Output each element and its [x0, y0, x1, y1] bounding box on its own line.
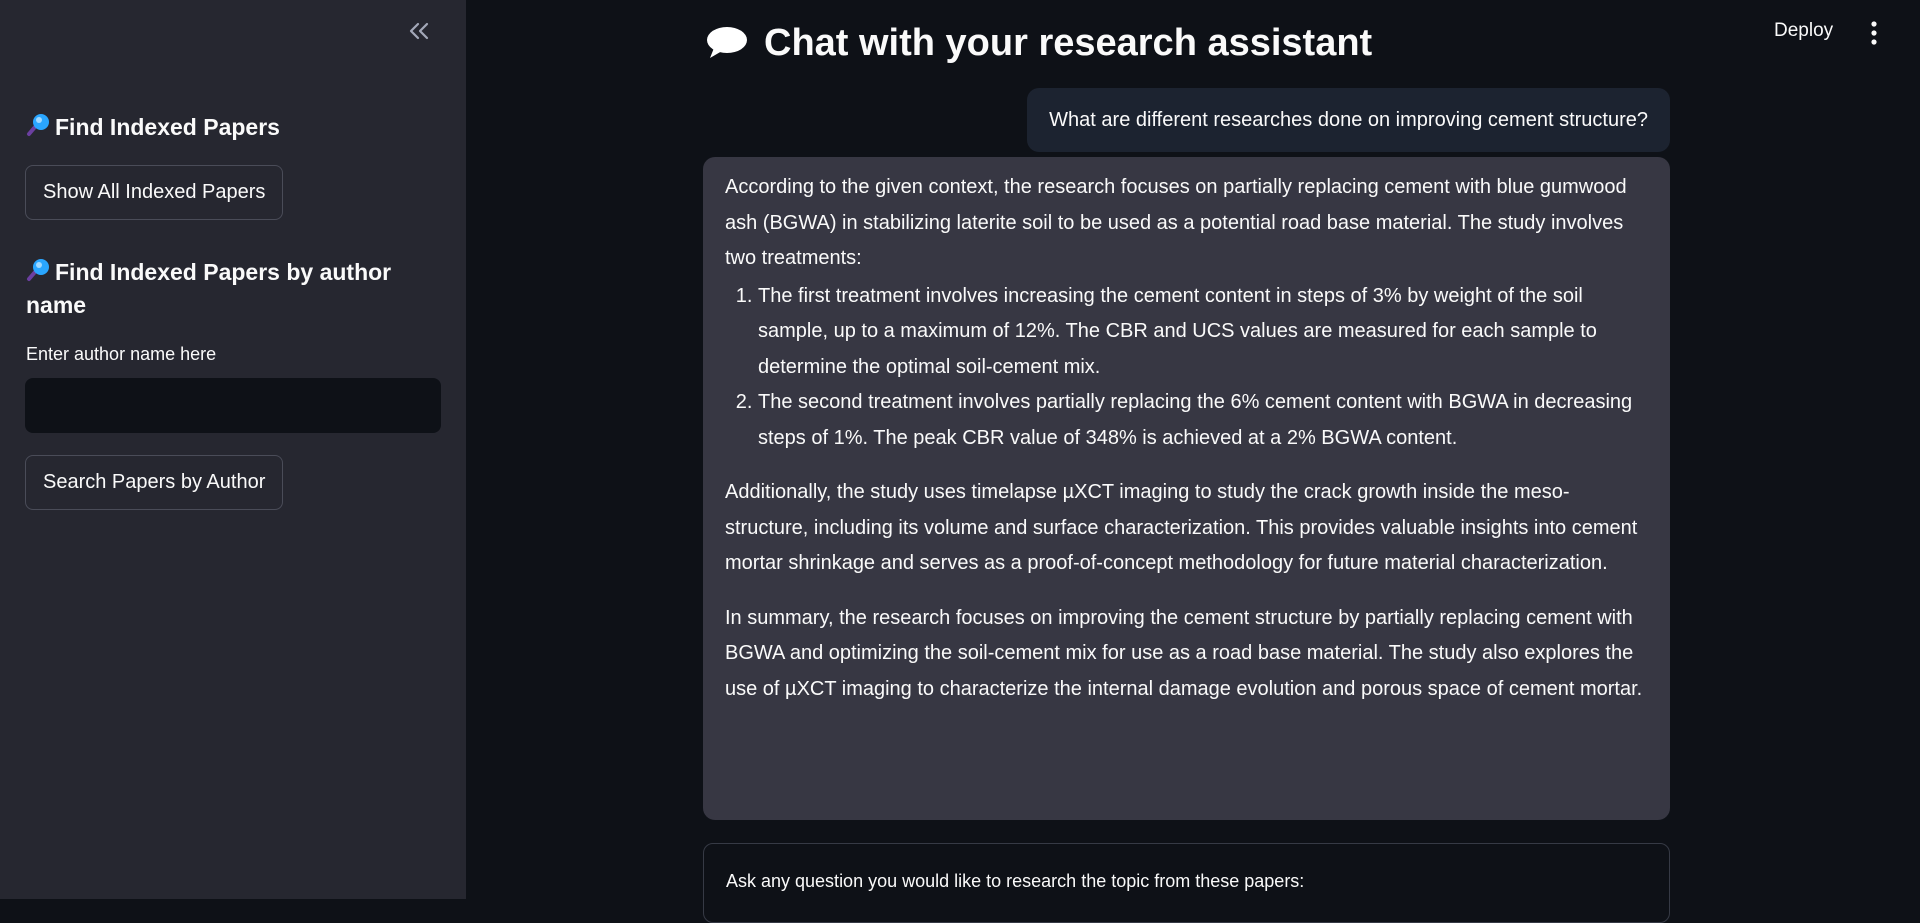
kebab-menu-icon[interactable]: [1864, 20, 1884, 46]
user-message: What are different researches done on im…: [1027, 88, 1670, 152]
chevrons-left-icon: [408, 22, 430, 45]
question-input-container[interactable]: Ask any question you would like to resea…: [703, 843, 1670, 923]
assistant-intro: According to the given context, the rese…: [725, 176, 1627, 269]
collapse-sidebar-button[interactable]: [402, 16, 436, 50]
magnifying-glass-icon: [26, 257, 52, 290]
find-by-author-heading: Find Indexed Papers by author name: [26, 257, 392, 318]
author-name-input[interactable]: [25, 378, 441, 433]
find-papers-heading: Find Indexed Papers: [26, 112, 280, 145]
question-label: Ask any question you would like to resea…: [726, 871, 1305, 891]
speech-bubble-icon: [706, 26, 748, 60]
assistant-summary: In summary, the research focuses on impr…: [725, 606, 1643, 700]
assistant-paragraph: Additionally, the study uses timelapse µ…: [725, 481, 1638, 574]
page-title: Chat with your research assistant: [706, 20, 1372, 66]
list-item: The second treatment involves partially …: [758, 385, 1648, 456]
assistant-message: According to the given context, the rese…: [703, 157, 1670, 820]
magnifying-glass-icon: [26, 112, 52, 145]
author-input-label: Enter author name here: [26, 344, 217, 364]
sidebar: Find Indexed Papers Show All Indexed Pap…: [0, 0, 466, 899]
list-item: The first treatment involves increasing …: [758, 279, 1648, 386]
deploy-button[interactable]: Deploy: [1774, 20, 1833, 42]
treatment-list: The first treatment involves increasing …: [725, 279, 1648, 457]
show-all-papers-button[interactable]: Show All Indexed Papers: [25, 165, 284, 220]
search-by-author-button[interactable]: Search Papers by Author: [25, 455, 284, 510]
